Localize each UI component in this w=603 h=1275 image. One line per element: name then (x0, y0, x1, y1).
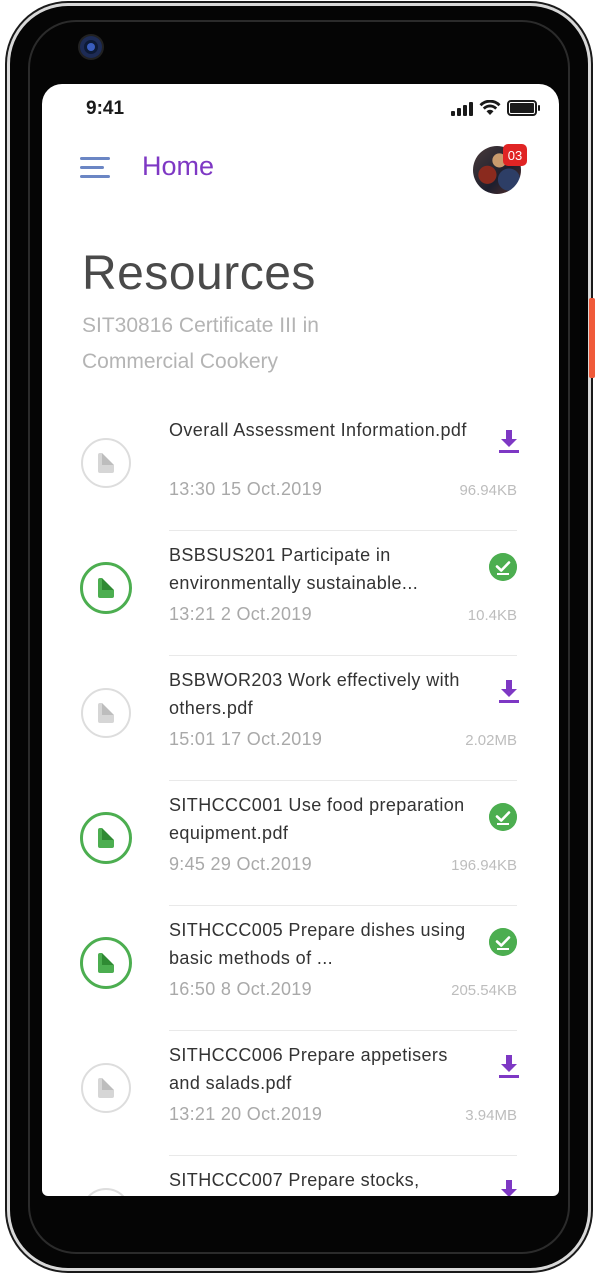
document-icon (98, 453, 114, 473)
page-title: Resources (82, 247, 316, 300)
hamburger-menu-icon[interactable] (80, 157, 112, 181)
resource-size: 10.4KB (467, 607, 517, 624)
resource-name: SITHCCC006 Prepare appetisers and salads… (169, 1045, 448, 1093)
file-status-circle (81, 438, 131, 488)
resource-timestamp: 15:01 17 Oct.2019 (169, 729, 323, 749)
resource-timestamp: 13:30 15 Oct.2019 (169, 479, 323, 499)
phone-side-button (589, 298, 595, 378)
file-status-circle (80, 937, 132, 989)
file-status-circle (80, 562, 132, 614)
document-icon (98, 828, 114, 848)
status-time: 9:41 (86, 98, 125, 119)
document-icon (98, 953, 114, 973)
document-icon (98, 703, 114, 723)
download-icon[interactable] (498, 428, 520, 454)
download-icon[interactable] (498, 1053, 520, 1079)
resource-item[interactable]: SITHCCC001 Use food preparation equipmen… (42, 781, 559, 906)
check-circle-icon[interactable] (489, 928, 517, 956)
resource-item[interactable]: BSBSUS201 Participate in environmentally… (42, 531, 559, 656)
resource-size: 196.94KB (451, 857, 517, 874)
resource-name: BSBSUS201 Participate in environmentally… (169, 545, 419, 593)
check-circle-icon[interactable] (489, 803, 517, 831)
app-screen: 9:41 Home 03 Resources SIT30816 Certific… (42, 84, 559, 1196)
resource-timestamp: 9:45 29 Oct.2019 (169, 854, 312, 874)
download-icon[interactable] (498, 1178, 520, 1196)
file-status-circle (81, 688, 131, 738)
notification-badge: 03 (503, 144, 527, 166)
resource-name: Overall Assessment Information.pdf (169, 420, 467, 440)
file-status-circle (80, 812, 132, 864)
front-camera (80, 36, 102, 58)
resource-name: SITHCCC001 Use food preparation equipmen… (169, 795, 465, 843)
resource-name: SITHCCC007 Prepare stocks, (169, 1170, 420, 1190)
wifi-icon (479, 100, 501, 115)
resource-size: 205.54KB (451, 982, 517, 999)
resource-item[interactable]: SITHCCC006 Prepare appetisers and salads… (42, 1031, 559, 1156)
signal-icon (451, 100, 473, 116)
header-title: Home (142, 151, 215, 181)
resource-size: 96.94KB (459, 482, 517, 499)
resource-timestamp: 13:21 20 Oct.2019 (169, 1104, 323, 1124)
resource-item[interactable]: SITHCCC005 Prepare dishes using basic me… (42, 906, 559, 1031)
resource-name: SITHCCC005 Prepare dishes using basic me… (169, 920, 466, 968)
status-bar: 9:41 (42, 84, 559, 134)
resource-item[interactable]: Overall Assessment Information.pdf 13:30… (42, 406, 559, 531)
resource-size: 3.94MB (465, 1107, 517, 1124)
document-icon (98, 578, 114, 598)
check-circle-icon[interactable] (489, 553, 517, 581)
battery-icon (507, 100, 540, 116)
file-status-circle (81, 1063, 131, 1113)
file-status-circle (81, 1188, 131, 1196)
resource-timestamp: 16:50 8 Oct.2019 (169, 979, 312, 999)
document-icon (98, 1078, 114, 1098)
resource-item[interactable]: SITHCCC007 Prepare stocks, (42, 1156, 559, 1196)
download-icon[interactable] (498, 678, 520, 704)
resource-name: BSBWOR203 Work effectively with others.p… (169, 670, 460, 718)
resource-item[interactable]: BSBWOR203 Work effectively with others.p… (42, 656, 559, 781)
status-icons (451, 98, 540, 118)
resource-timestamp: 13:21 2 Oct.2019 (169, 604, 312, 624)
resource-size: 2.02MB (465, 732, 517, 749)
course-subtitle: SIT30816 Certificate III in Commercial C… (82, 314, 319, 373)
app-header: Home 03 (42, 139, 559, 199)
